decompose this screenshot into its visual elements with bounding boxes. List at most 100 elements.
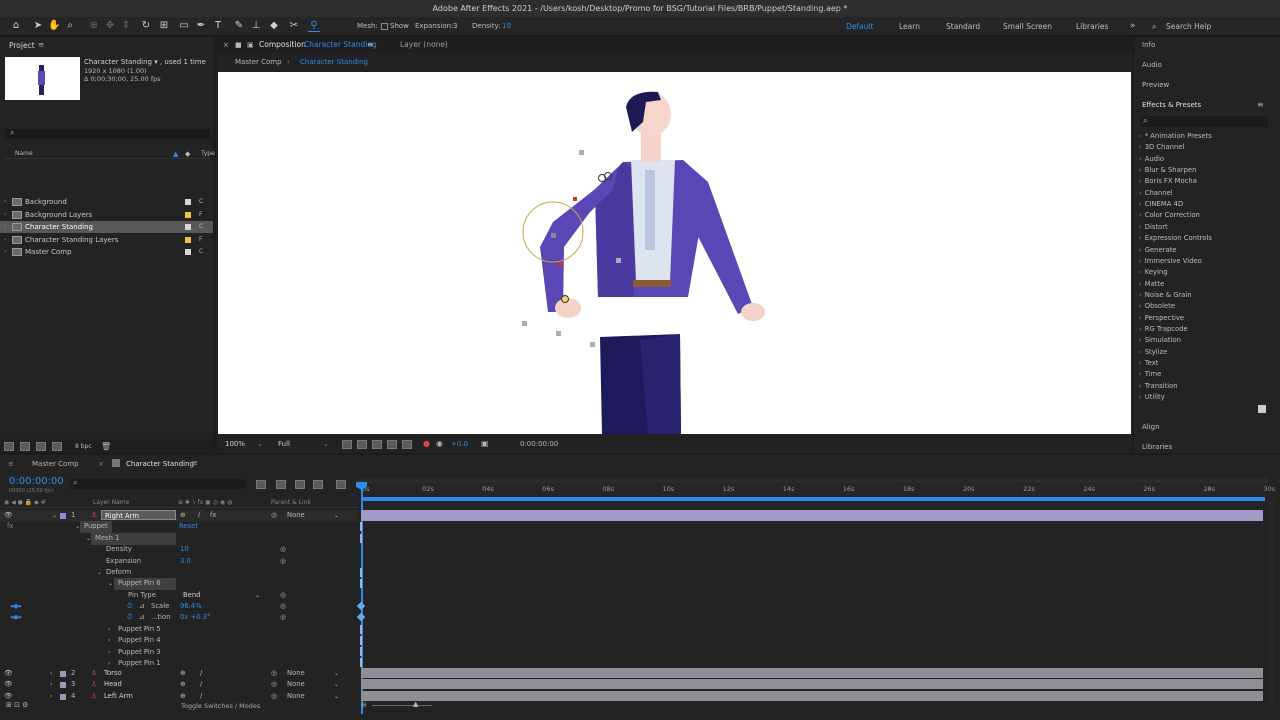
close-tab-icon[interactable]: ×	[223, 39, 229, 51]
orbit-tool-icon[interactable]: ⊕	[88, 20, 100, 32]
pin-type-dropdown[interactable]: Bend	[183, 590, 200, 602]
expand-chevron-icon[interactable]: ›	[1139, 359, 1142, 367]
work-area-bar[interactable]	[358, 478, 1268, 483]
effects-category[interactable]: › Audio	[1139, 155, 1164, 163]
expression-pickwhip-icon[interactable]: ◎	[280, 612, 286, 624]
show-checkbox[interactable]: Show	[381, 17, 409, 36]
expand-chevron-icon[interactable]: ⌄	[108, 578, 113, 590]
keyframe-marker[interactable]	[360, 636, 362, 645]
expand-chevron-icon[interactable]: ›	[50, 668, 52, 680]
effects-category[interactable]: › Time	[1139, 370, 1161, 378]
visibility-eye-icon[interactable]: 👁	[4, 668, 13, 680]
effects-category[interactable]: › Immersive Video	[1139, 257, 1202, 265]
expand-chevron-icon[interactable]: ›	[1139, 314, 1142, 322]
puppet-pin-6-name[interactable]: Puppet Pin 6	[114, 578, 176, 590]
expand-chevron-icon[interactable]: ›	[1139, 393, 1142, 401]
expand-chevron-icon[interactable]: ›	[1139, 370, 1142, 378]
search-help-icon[interactable]: ⌕	[1152, 17, 1156, 36]
parent-pickwhip-icon[interactable]: ◎	[271, 668, 277, 680]
effects-category[interactable]: › Simulation	[1139, 336, 1181, 344]
expand-chevron-icon[interactable]: ›	[1139, 177, 1142, 185]
effects-category[interactable]: › RG Trapcode	[1139, 325, 1188, 333]
keyframe-nav-icon[interactable]: ◂◆▸	[10, 601, 22, 613]
expand-chevron-icon[interactable]: ›	[50, 679, 52, 691]
collapse-switch-icon[interactable]: ⊕	[180, 668, 186, 680]
project-list-item[interactable]: › Character Standing C	[0, 221, 213, 234]
effects-category[interactable]: › Noise & Grain	[1139, 291, 1192, 299]
effects-presets-title[interactable]: Effects & Presets	[1142, 101, 1201, 109]
keyframe-marker[interactable]	[360, 625, 362, 634]
color-management-icon[interactable]: ●	[423, 438, 430, 450]
layer-tab[interactable]: Layer (none)	[400, 39, 448, 51]
preview-panel-tab[interactable]: Preview	[1142, 81, 1169, 89]
keyframe-marker[interactable]	[360, 658, 362, 667]
zoom-in-icon[interactable]: ▲	[413, 700, 418, 708]
expand-chevron-icon[interactable]: ›	[1139, 211, 1142, 219]
keyframe-marker[interactable]	[360, 579, 362, 588]
collapse-switch-icon[interactable]: ⊕	[180, 510, 186, 522]
effects-category[interactable]: › Text	[1139, 359, 1158, 367]
label-color-swatch[interactable]	[60, 671, 66, 677]
effects-category[interactable]: › Generate	[1139, 246, 1176, 254]
expand-chevron-icon[interactable]: ›	[1139, 302, 1142, 310]
panel-menu-icon[interactable]: ≡	[38, 40, 44, 49]
expand-chevron-icon[interactable]: ›	[1139, 280, 1142, 288]
interpret-footage-icon[interactable]	[4, 442, 14, 451]
layer-bar[interactable]	[361, 690, 1263, 701]
puppet-pin-6-row[interactable]: ⌄ Puppet Pin 6	[0, 578, 358, 590]
toggle-switches-modes[interactable]: Toggle Switches / Modes	[181, 702, 260, 710]
label-color-swatch[interactable]	[185, 236, 191, 243]
parent-dropdown[interactable]: None	[287, 668, 305, 680]
density-row[interactable]: Density 10 ◎	[0, 544, 358, 556]
effects-search-input[interactable]: ⌕	[1140, 116, 1268, 127]
label-color-swatch[interactable]	[185, 199, 191, 205]
close-tab-icon[interactable]: ×	[98, 460, 104, 468]
label-color-swatch[interactable]	[185, 224, 191, 231]
label-color-swatch[interactable]	[60, 693, 66, 700]
comp-viewer[interactable]	[218, 72, 1131, 434]
breadcrumb-character-standing[interactable]: Character Standing	[300, 56, 368, 68]
parent-dropdown[interactable]: None	[287, 510, 305, 522]
effects-menu-icon[interactable]: ≡	[1257, 100, 1264, 109]
puppet-effect-row[interactable]: fx ⌄ Puppet Reset	[0, 521, 358, 533]
effects-category[interactable]: › Matte	[1139, 280, 1164, 288]
parent-pickwhip-icon[interactable]: ◎	[271, 510, 277, 522]
type-tool-icon[interactable]: T	[212, 20, 224, 32]
zoom-out-icon[interactable]: ⊖	[361, 701, 367, 709]
expand-chevron-icon[interactable]: ›	[1139, 143, 1142, 151]
project-list-item[interactable]: › Master Comp C	[0, 246, 213, 258]
deform-row[interactable]: ⌄ Deform	[0, 567, 358, 579]
more-workspaces-icon[interactable]: »	[1130, 17, 1136, 36]
label-color-swatch[interactable]	[60, 513, 66, 519]
puppet-tool-icon[interactable]: ⚲	[308, 20, 320, 32]
parent-chevron-down-icon[interactable]: ⌄	[334, 668, 339, 680]
home-icon[interactable]: ⌂	[10, 20, 22, 32]
rect-tool-icon[interactable]: ▭	[178, 20, 190, 32]
expand-chevron-icon[interactable]: ›	[108, 647, 110, 659]
layer-name-right-arm[interactable]: Right Arm	[101, 510, 176, 520]
channel-icon[interactable]	[402, 440, 412, 449]
stopwatch-icon[interactable]: ⏱	[127, 612, 132, 624]
exposure-value[interactable]: +0.0	[451, 438, 468, 450]
layer-bar[interactable]	[361, 679, 1263, 690]
comp-flowchart-icon[interactable]	[256, 480, 266, 489]
effects-category[interactable]: › CINEMA 4D	[1139, 200, 1183, 208]
project-panel-title[interactable]: Project	[9, 41, 35, 50]
effects-category[interactable]: › Transition	[1139, 382, 1178, 390]
keyframe-marker[interactable]	[360, 534, 362, 543]
effects-category[interactable]: › Utility	[1139, 393, 1165, 401]
graph-icon[interactable]: ⊿	[139, 601, 145, 613]
zoom-chevron-down-icon[interactable]: ⌄	[257, 438, 263, 450]
rotate-tool-icon[interactable]: ↻	[140, 20, 152, 32]
sort-icon[interactable]: ▲	[173, 148, 178, 160]
rotation-value[interactable]: 0x +0.3°	[180, 612, 210, 624]
exposure-reset-icon[interactable]: ◉	[436, 438, 443, 450]
brush-tool-icon[interactable]: ✎	[233, 20, 245, 32]
column-parent-link[interactable]: Parent & Link	[271, 499, 311, 506]
roto-tool-icon[interactable]: ✂	[288, 20, 300, 32]
density-value[interactable]: 10	[502, 17, 511, 36]
project-search-input[interactable]: ⌕	[5, 128, 210, 139]
expression-pickwhip-icon[interactable]: ◎	[280, 601, 286, 613]
column-layer-name[interactable]: Layer Name	[93, 499, 129, 506]
keyframe-nav-icon[interactable]: ◂◆▸	[10, 612, 22, 624]
